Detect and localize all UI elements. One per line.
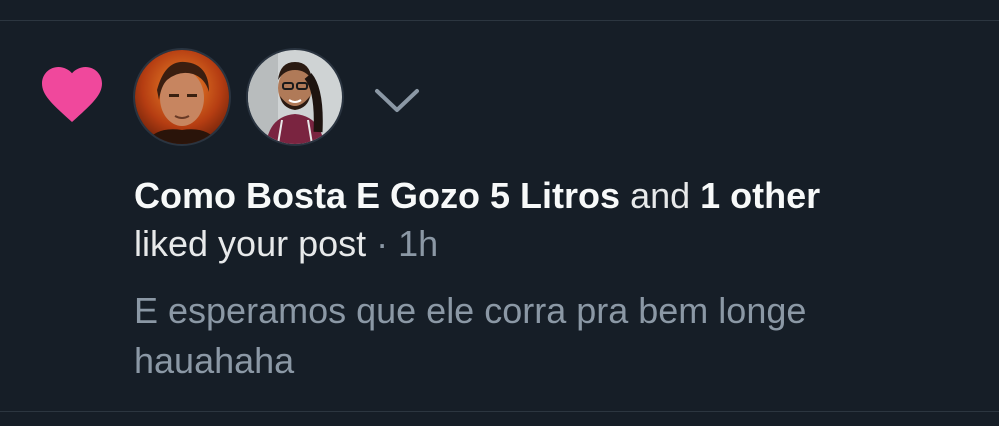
- avatar-user-1[interactable]: [133, 48, 231, 146]
- connector-text: and: [630, 175, 691, 216]
- timestamp: 1h: [398, 223, 439, 264]
- action-text: liked your post: [134, 223, 367, 264]
- separator-dot: ·: [376, 223, 389, 264]
- avatar-user-2[interactable]: [246, 48, 344, 146]
- others-link[interactable]: 1 other: [700, 175, 820, 216]
- post-snippet: E esperamos que ele corra pra bem longe …: [134, 290, 807, 381]
- divider: [0, 20, 999, 21]
- actor-name-link[interactable]: Como Bosta E Gozo 5 Litros: [134, 175, 620, 216]
- notification-action: liked your post · 1h: [134, 222, 438, 266]
- heart-icon: [42, 67, 102, 123]
- like-notification[interactable]: Como Bosta E Gozo 5 Litros and 1 other l…: [0, 0, 999, 426]
- chevron-down-icon[interactable]: [370, 80, 424, 120]
- divider: [0, 411, 999, 412]
- notification-headline: Como Bosta E Gozo 5 Litros and 1 other: [134, 174, 820, 218]
